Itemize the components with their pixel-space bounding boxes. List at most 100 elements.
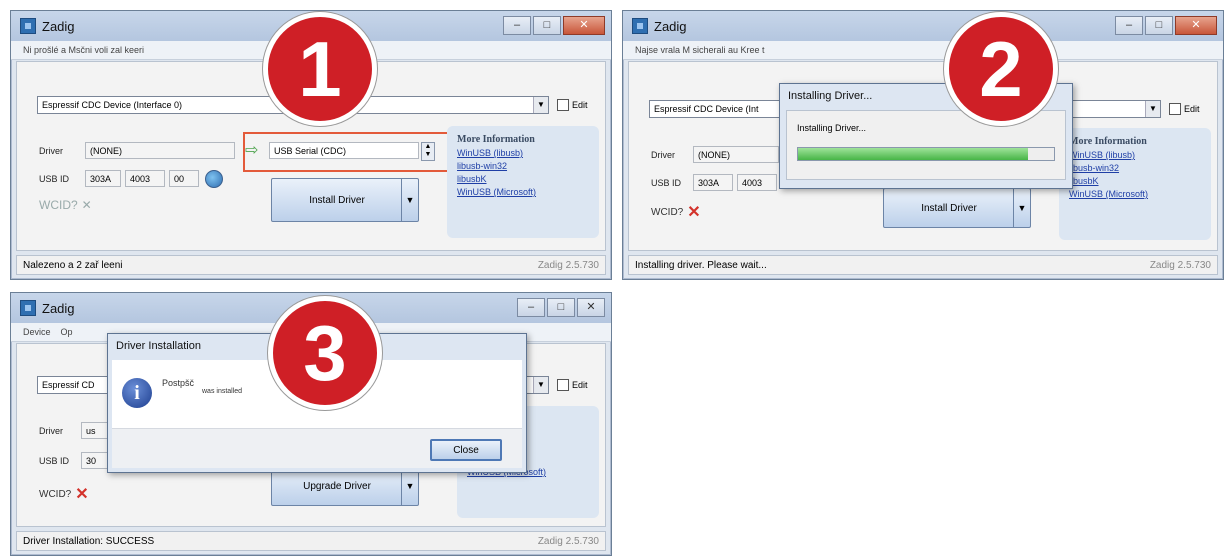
edit-checkbox[interactable]: Edit [557,379,588,391]
device-select-value: Espressif CDC Device (Int [654,104,759,114]
window-controls: – □ ✕ [517,298,605,317]
status-text: Driver Installation: SUCCESS [23,535,155,547]
usbid-vid-field: 303A [85,170,121,187]
close-icon[interactable]: ✕ [563,16,605,35]
link-libusb-win32[interactable]: libusb-win32 [457,161,589,171]
more-info-panel: More Information WinUSB (libusb) libusb-… [447,126,599,238]
install-driver-button[interactable]: Install Driver ▼ [271,178,419,222]
status-bar: Installing driver. Please wait... Zadig … [628,255,1218,275]
close-button[interactable]: Close [430,439,502,461]
zadig-app-icon [20,18,36,34]
menu-text[interactable]: Ni prošlé a Msčni voli zal keeri [23,45,144,55]
status-text: Installing driver. Please wait... [635,259,767,271]
step-badge-1: 1 [263,12,377,126]
wcid-label: WCID? [39,488,72,500]
edit-label: Edit [572,100,588,110]
close-icon[interactable]: ✕ [577,298,605,317]
upgrade-driver-label: Upgrade Driver [303,480,371,492]
usbid-label: USB ID [39,456,70,466]
maximize-icon[interactable]: □ [1145,16,1173,35]
link-winusb-microsoft[interactable]: WinUSB (Microsoft) [1069,189,1201,199]
edit-label: Edit [572,380,588,390]
window-title: Zadig [654,18,687,34]
close-icon[interactable]: ✕ [1175,16,1217,35]
wcid-indicator: WCID? ✕ [39,484,89,504]
install-driver-button[interactable]: Install Driver ▼ [883,188,1031,228]
checkbox-icon[interactable] [1169,103,1181,115]
edit-label: Edit [1184,104,1200,114]
window-title: Zadig [42,300,75,316]
link-libusb-win32[interactable]: libusb-win32 [1069,163,1201,173]
maximize-icon[interactable]: □ [547,298,575,317]
status-text: Nalezeno a 2 zař leeni [23,259,123,271]
install-driver-label: Install Driver [921,202,977,214]
step-badge-3: 3 [268,296,382,410]
progress-bar [797,147,1055,161]
driver-label: Driver [651,150,675,160]
link-winusb-libusb[interactable]: WinUSB (libusb) [1069,150,1201,160]
dialog-footer: Close [112,428,522,468]
minimize-icon[interactable]: – [503,16,531,35]
current-driver-field: (NONE) [693,146,779,163]
device-select-value: Espressif CDC Device (Interface 0) [42,100,183,110]
step-badge-2: 2 [944,12,1058,126]
chevron-down-icon[interactable]: ▼ [1145,101,1160,117]
wcid-x-icon: ✕ [687,204,701,221]
driver-label: Driver [39,146,63,156]
link-winusb-libusb[interactable]: WinUSB (libusb) [457,148,589,158]
window-controls: – □ ✕ [1115,16,1217,35]
usbid-vid-field: 303A [693,174,733,191]
wcid-label: WCID? [651,206,684,218]
minimize-icon[interactable]: – [517,298,545,317]
minimize-icon[interactable]: – [1115,16,1143,35]
status-bar: Nalezeno a 2 zař leeni Zadig 2.5.730 [16,255,606,275]
more-info-panel: More Information WinUSB (libusb) libusb-… [1059,128,1211,240]
dropdown-arrow-icon[interactable]: ▼ [401,179,418,221]
more-info-header: More Information [1069,136,1147,147]
menu-bar: Najse vrala M sicherali au Kree t [623,41,1223,60]
chevron-down-icon[interactable]: ▼ [533,97,548,113]
menu-text[interactable]: Najse vrala M sicherali au Kree t [635,45,765,55]
dropdown-arrow-icon[interactable]: ▼ [1013,189,1030,227]
zadig-window-step2: Zadig – □ ✕ Najse vrala M sicherali au K… [622,10,1224,280]
title-bar: Zadig – □ ✕ [623,11,1223,41]
driver-label: Driver [39,426,63,436]
status-bar: Driver Installation: SUCCESS Zadig 2.5.7… [16,531,606,551]
highlight-box [243,132,449,172]
wcid-x-icon: ✕ [81,198,92,212]
dialog-text: Installing Driver... [797,123,867,133]
version-text: Zadig 2.5.730 [537,259,599,271]
maximize-icon[interactable]: □ [533,16,561,35]
chevron-down-icon[interactable]: ▼ [533,377,548,393]
wcid-indicator: WCID? ✕ [651,202,701,222]
usbid-label: USB ID [39,174,70,184]
menu-options[interactable]: Op [61,327,73,337]
edit-checkbox[interactable]: Edit [557,99,588,111]
usbid-pid-field: 4003 [737,174,777,191]
edit-checkbox[interactable]: Edit [1169,103,1200,115]
more-info-header: More Information [457,134,535,145]
dialog-message: Postpšč [162,378,195,388]
window-title: Zadig [42,18,75,34]
zadig-app-icon [632,18,648,34]
link-libusbk[interactable]: libusbK [1069,176,1201,186]
wcid-indicator: WCID? ✕ [39,198,92,212]
progress-bar-fill [798,148,1029,160]
checkbox-icon[interactable] [557,379,569,391]
device-select-value: Espressif CD [42,380,95,390]
window-controls: – □ ✕ [503,16,605,35]
version-text: Zadig 2.5.730 [537,535,599,547]
link-libusbk[interactable]: libusbK [457,174,589,184]
info-icon: i [122,378,152,408]
globe-icon[interactable] [205,170,223,188]
menu-device[interactable]: Device [23,327,51,337]
dialog-message-2: was installed [202,388,243,395]
install-driver-label: Install Driver [309,194,365,206]
wcid-label: WCID? [39,198,78,212]
zadig-app-icon [20,300,36,316]
wcid-x-icon: ✕ [75,486,89,503]
checkbox-icon[interactable] [557,99,569,111]
version-text: Zadig 2.5.730 [1149,259,1211,271]
usbid-pid-field: 4003 [125,170,165,187]
link-winusb-microsoft[interactable]: WinUSB (Microsoft) [457,187,589,197]
